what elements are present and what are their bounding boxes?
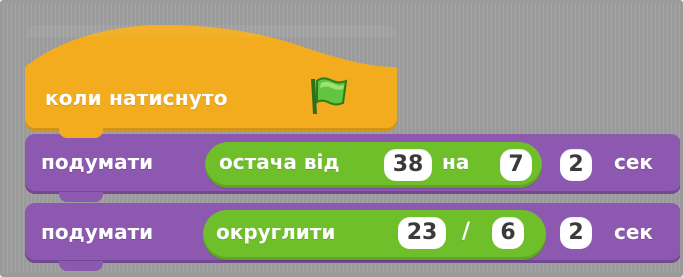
hat-shine — [25, 25, 397, 37]
think-block-2-unit: сек — [614, 220, 653, 244]
mod-operator-label: остача від — [219, 150, 340, 174]
think-block-1-seconds-input[interactable]: 2 — [560, 149, 592, 181]
division-dividend-input[interactable]: 23 — [398, 217, 446, 249]
think-block-2-seconds-input[interactable]: 2 — [560, 217, 592, 249]
round-operator-label: округлити — [216, 220, 336, 244]
division-symbol: / — [462, 219, 471, 244]
mod-dividend-input[interactable]: 38 — [384, 149, 432, 181]
hat-connector — [59, 128, 103, 138]
think-block-2-verb: подумати — [41, 220, 154, 244]
think-block-1-verb: подумати — [41, 150, 154, 174]
scratch-script-area: коли натиснуто подумати остача від 38 на… — [0, 0, 683, 277]
think-block-1-connector — [59, 192, 103, 202]
mod-divisor-input[interactable]: 7 — [500, 149, 532, 181]
division-divisor-input[interactable]: 6 — [492, 217, 524, 249]
hat-label: коли натиснуто — [45, 86, 228, 110]
green-flag-icon — [311, 77, 348, 114]
mod-operator-on-label: на — [442, 150, 470, 174]
think-block-2-connector — [59, 261, 103, 271]
think-block-1-unit: сек — [614, 150, 653, 174]
